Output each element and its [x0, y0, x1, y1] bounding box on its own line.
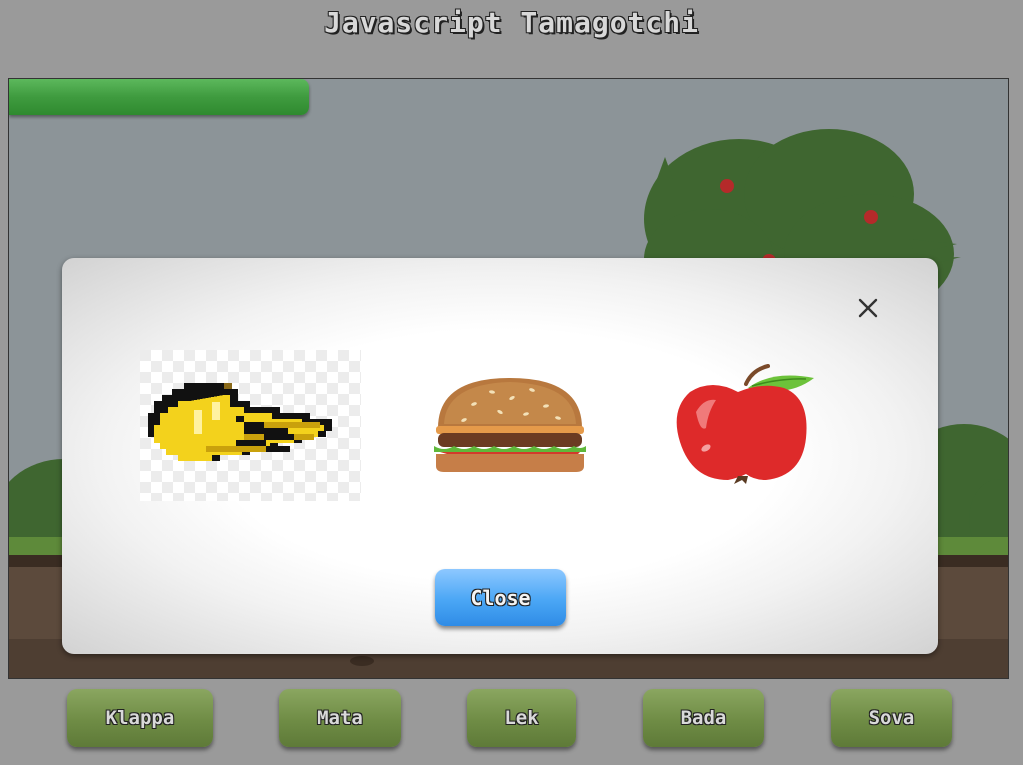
klappa-button[interactable]: Klappa	[67, 689, 213, 747]
food-modal: Close	[62, 258, 938, 654]
close-icon[interactable]	[856, 296, 880, 320]
page-title: Javascript Tamagotchi	[323, 6, 699, 39]
lek-button[interactable]: Lek	[467, 689, 576, 747]
mata-button[interactable]: Mata	[279, 689, 401, 747]
bada-button[interactable]: Bada	[643, 689, 764, 747]
health-bar	[9, 79, 309, 115]
apple-icon[interactable]	[676, 362, 816, 484]
banana-icon[interactable]	[140, 350, 361, 501]
hamburger-icon[interactable]	[434, 376, 586, 474]
close-button[interactable]: Close	[435, 569, 566, 626]
sova-button[interactable]: Sova	[831, 689, 952, 747]
